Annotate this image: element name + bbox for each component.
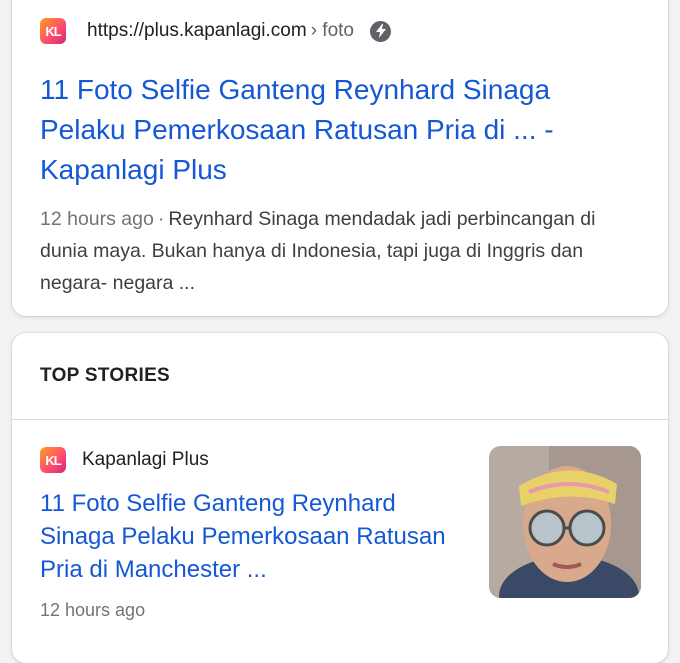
kapanlagi-favicon-icon: KL xyxy=(40,18,66,44)
divider xyxy=(12,419,668,420)
result-url[interactable]: https://plus.kapanlagi.com xyxy=(87,20,307,42)
result-snippet: 12 hours ago · Reynhard Sinaga mendadak ja… xyxy=(40,203,640,299)
result-breadcrumb: › foto xyxy=(310,20,354,41)
separator-dot: · xyxy=(157,208,165,230)
story-title-link[interactable]: 11 Foto Selfie Ganteng Reynhard Sinaga P… xyxy=(40,487,460,586)
story-source-row: KL Kapanlagi Plus xyxy=(40,447,209,473)
story-time: 12 hours ago xyxy=(40,600,146,620)
top-stories-header: TOP STORIES xyxy=(40,365,171,386)
result-time: 12 hours ago xyxy=(40,208,154,230)
result-title-link[interactable]: 11 Foto Selfie Ganteng Reynhard Sinaga P… xyxy=(40,70,640,190)
story-thumbnail-image[interactable] xyxy=(489,446,641,598)
search-result-card: KL https://plus.kapanlagi.com › foto 11 … xyxy=(12,0,668,316)
result-source-row[interactable]: KL https://plus.kapanlagi.com › foto xyxy=(40,18,391,44)
story-source-name: Kapanlagi Plus xyxy=(82,449,209,470)
kapanlagi-favicon-icon: KL xyxy=(40,447,66,473)
amp-lightning-icon xyxy=(370,20,391,42)
top-stories-card: TOP STORIES KL Kapanlagi Plus 11 Foto Se… xyxy=(12,333,668,663)
